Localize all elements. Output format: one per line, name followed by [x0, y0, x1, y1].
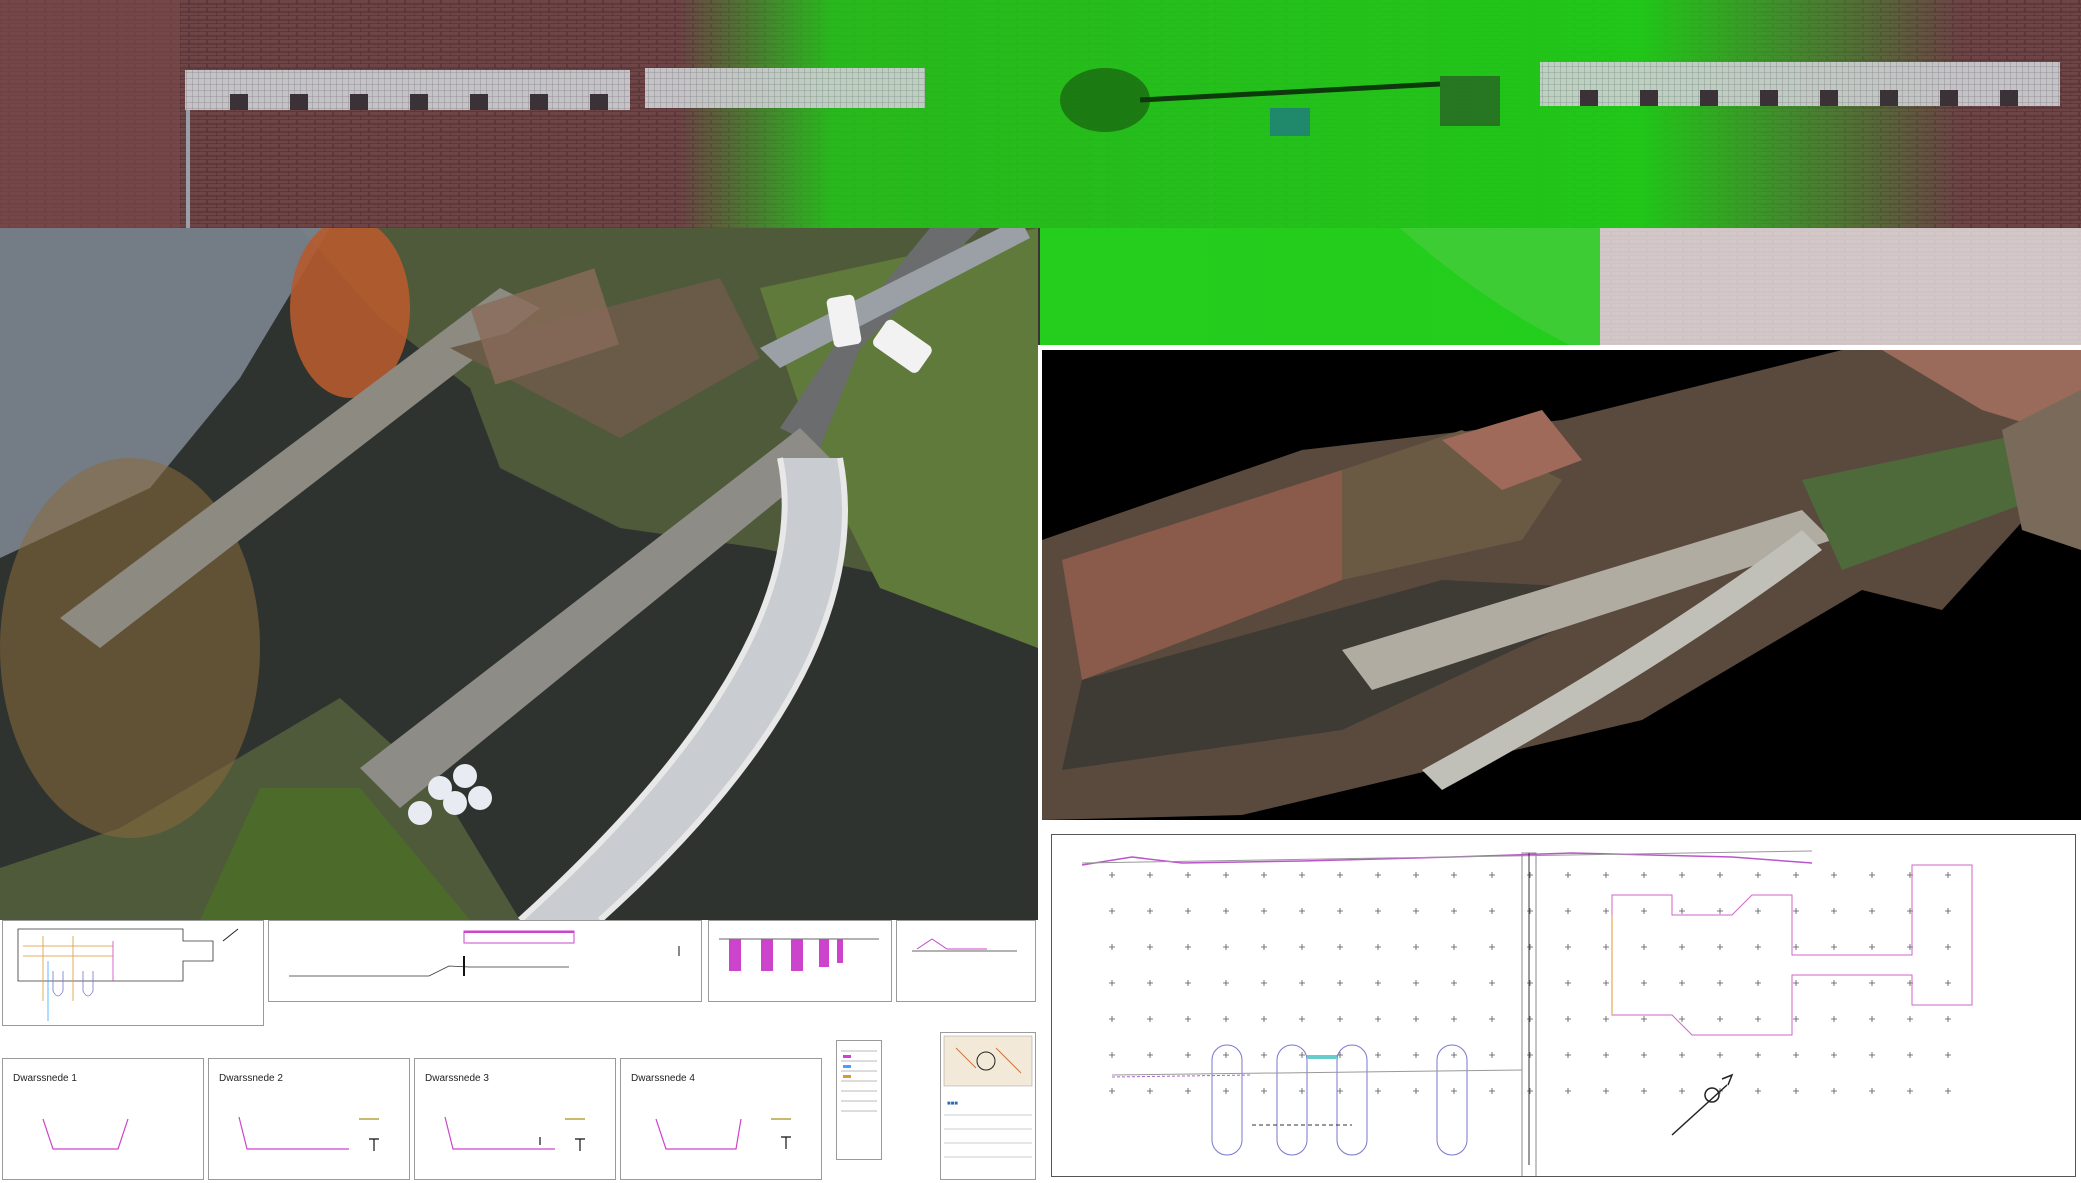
cross-section-1: Dwarssnede 1 [2, 1058, 204, 1180]
small-profile-section [896, 920, 1036, 1002]
point-cloud-image [1042, 350, 2081, 820]
cross-section-3: Dwarssnede 3 [414, 1058, 616, 1180]
cross-section-1-title: Dwarssnede 1 [13, 1073, 77, 1084]
svg-text:■■■: ■■■ [947, 1101, 958, 1107]
cross-section-sheet: Dwarssnede 1 Dwarssnede 2 Dwarssnede 3 D… [0, 920, 1038, 1183]
cross-section-3-title: Dwarssnede 3 [425, 1073, 489, 1084]
cross-section-2-title: Dwarssnede 2 [219, 1073, 283, 1084]
cross-section-4: Dwarssnede 4 [620, 1058, 822, 1180]
plan-drawing-image [1052, 835, 2075, 1176]
legend-block [836, 1040, 882, 1160]
point-cloud [1042, 350, 2081, 820]
title-block: ■■■ [940, 1032, 1036, 1180]
drone-photo [0, 228, 1038, 920]
plan-drawing [1051, 834, 2076, 1177]
longitudinal-section [268, 920, 702, 1002]
cross-section-4-title: Dwarssnede 4 [631, 1073, 695, 1084]
bar-profile-section [708, 920, 892, 1002]
site-plan-thumbnail [2, 920, 264, 1026]
cross-section-2: Dwarssnede 2 [208, 1058, 410, 1180]
drone-photo-image [0, 228, 1038, 920]
